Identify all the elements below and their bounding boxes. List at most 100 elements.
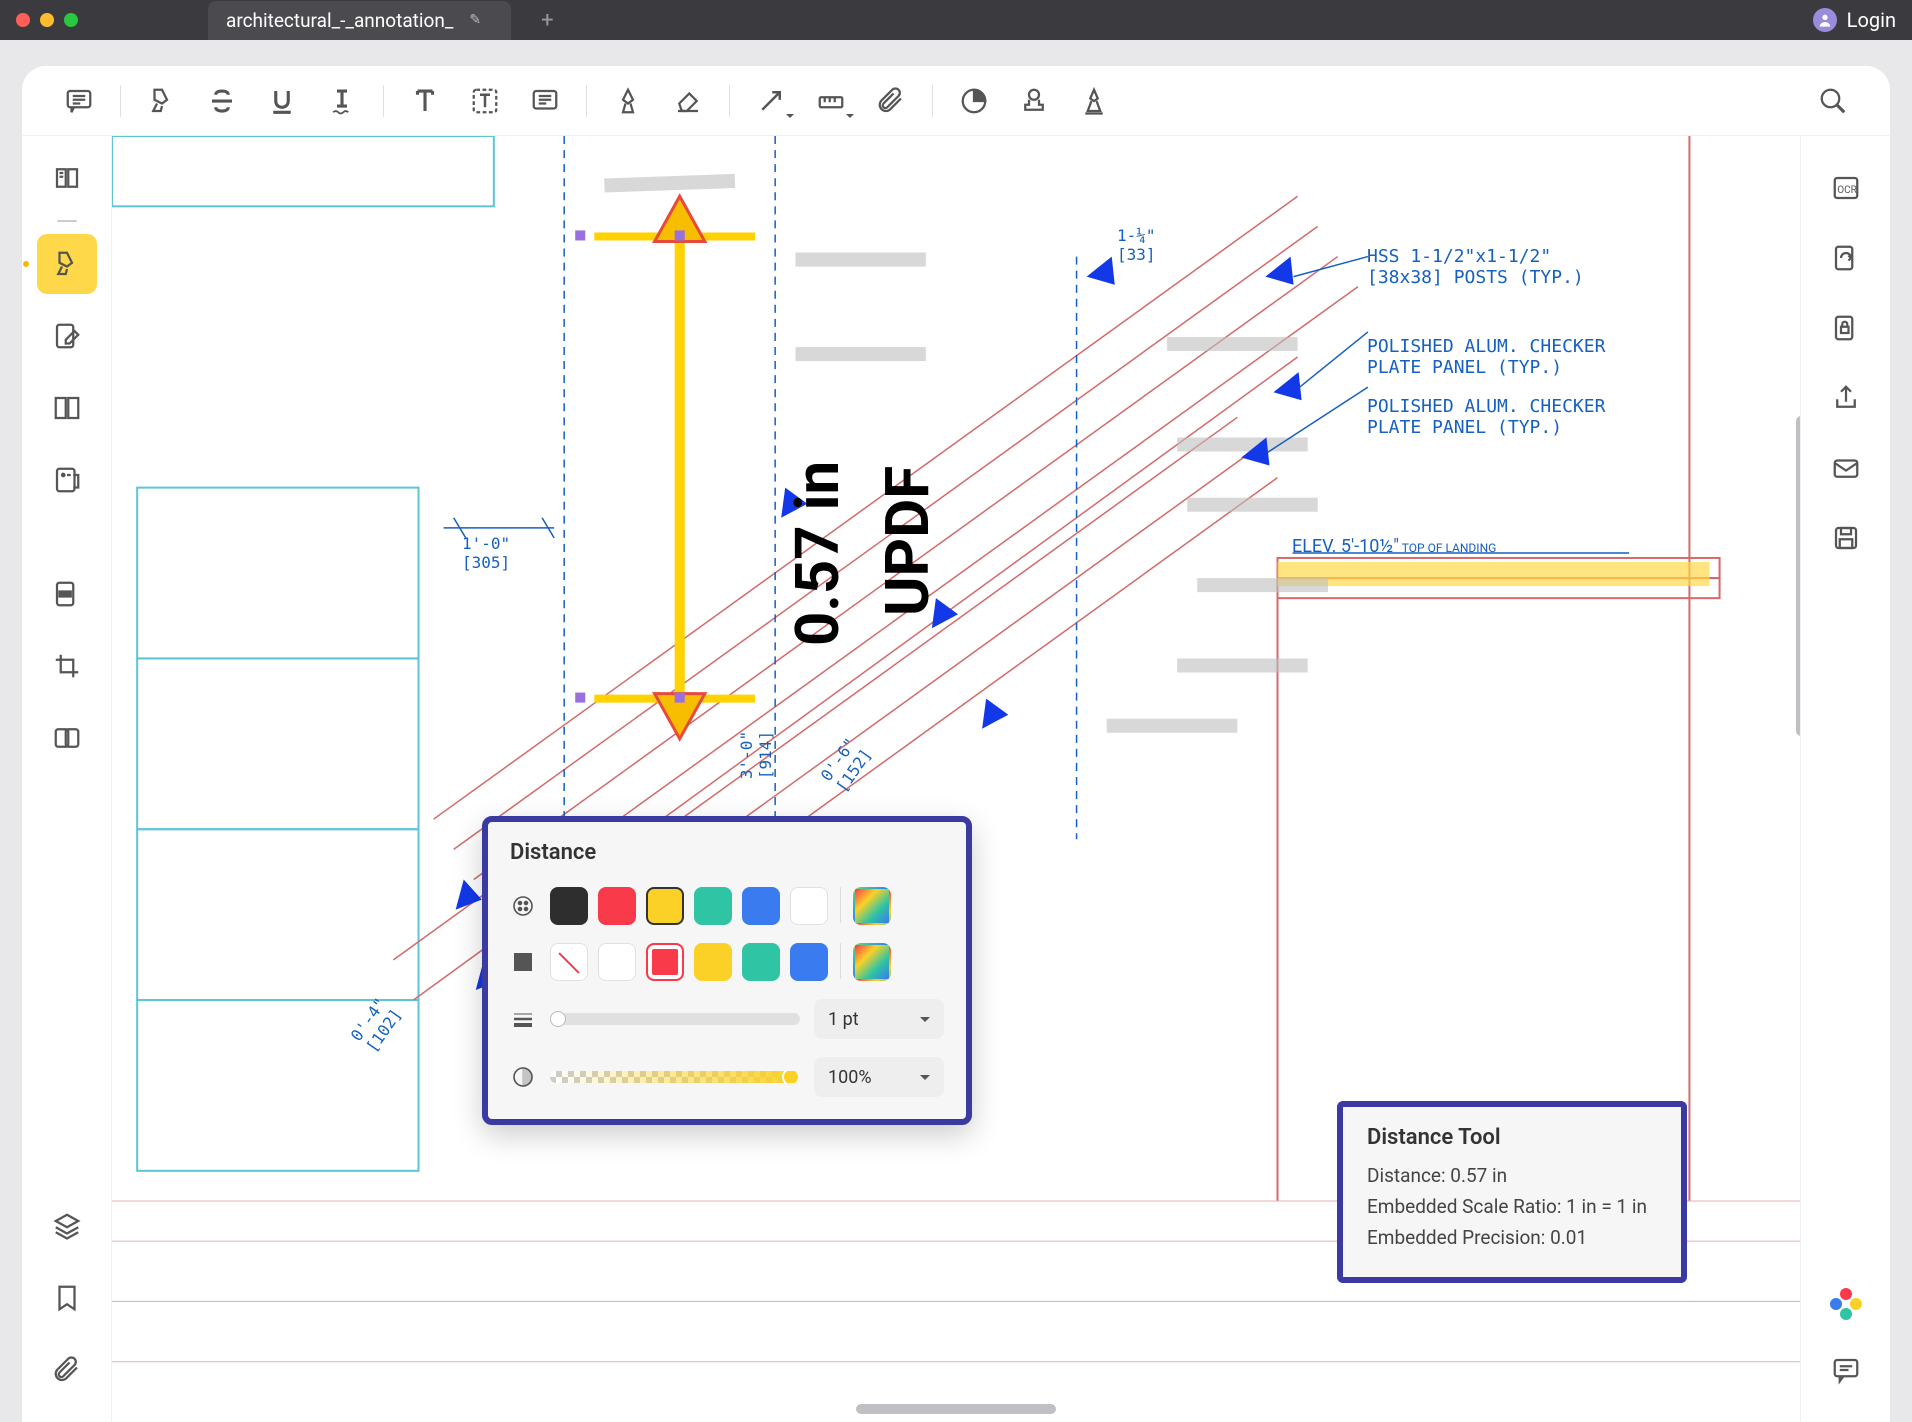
fill-color-icon [510,949,536,975]
dim-3-0: 3'-0" [914] [737,731,775,779]
convert-button[interactable] [1818,230,1874,286]
callout-tool[interactable] [518,74,572,128]
distance-panel-title: Distance [488,822,966,879]
opacity-slider[interactable] [550,1071,800,1083]
annotate-mode-button[interactable] [37,234,97,294]
document-canvas[interactable]: UPDF 0.57 in HSS 1-1/2"x1-1/2" [38x38] P… [112,136,1800,1422]
svg-text:OCR: OCR [1837,185,1857,196]
document-tab[interactable]: architectural_-_annotation_ ✎ [208,1,511,40]
text-tool[interactable] [398,74,452,128]
stroke-color-swatches [550,887,891,925]
thickness-select[interactable]: 1 pt [814,999,944,1039]
edit-mode-button[interactable] [37,306,97,366]
thickness-row: 1 pt [510,999,944,1039]
swatch-custom-stroke[interactable] [853,887,891,925]
strikethrough-tool[interactable] [195,74,249,128]
measurement-value-text: 0.57 in [782,461,853,646]
login-button[interactable]: Login [1847,8,1896,32]
arrow-shape-tool[interactable] [744,74,798,128]
ocr-button[interactable]: OCR [1818,160,1874,216]
avatar-icon[interactable] [1813,8,1837,32]
compare-mode-button[interactable] [37,708,97,768]
attachment-tool[interactable] [864,74,918,128]
layers-button[interactable] [37,1196,97,1256]
swatch-red[interactable] [598,887,636,925]
minimize-window-button[interactable] [40,13,54,27]
swatch-white[interactable] [790,887,828,925]
redact-mode-button[interactable] [37,564,97,624]
search-button[interactable] [1806,74,1860,128]
opacity-row: 100% [510,1057,944,1097]
attachments-panel-button[interactable] [37,1340,97,1400]
swatch-fill-yellow[interactable] [694,943,732,981]
stroke-color-icon [510,893,536,919]
underline-tool[interactable] [255,74,309,128]
stroke-color-row [510,887,944,925]
swatch-yellow[interactable] [646,887,684,925]
swatch-teal[interactable] [694,887,732,925]
organize-mode-button[interactable] [37,378,97,438]
callout-hss: HSS 1-1/2"x1-1/2" [38x38] POSTS (TYP.) [1367,246,1584,288]
fill-color-swatches [550,943,891,981]
swatch-black[interactable] [550,887,588,925]
swatch-fill-blue[interactable] [790,943,828,981]
opacity-select[interactable]: 100% [814,1057,944,1097]
annotation-toolbar [22,66,1890,136]
swatch-none[interactable] [550,943,588,981]
measure-tool[interactable] [804,74,858,128]
highlight-tool[interactable] [135,74,189,128]
document-tab-title: architectural_-_annotation_ [226,9,453,32]
sticker-tool[interactable] [947,74,1001,128]
form-mode-button[interactable] [37,450,97,510]
comment-tool[interactable] [52,74,106,128]
distance-properties-panel: Distance [482,816,972,1125]
opacity-icon [510,1064,536,1090]
distance-info-distance: Distance: 0.57 in [1367,1164,1657,1187]
email-button[interactable] [1818,440,1874,496]
share-button[interactable] [1818,370,1874,426]
signature-tool[interactable] [1067,74,1121,128]
save-button[interactable] [1818,510,1874,566]
maximize-window-button[interactable] [64,13,78,27]
new-tab-button[interactable]: + [531,4,563,37]
swatch-blue[interactable] [742,887,780,925]
reader-mode-button[interactable] [37,148,97,208]
tab-bar: architectural_-_annotation_ ✎ + [208,1,564,40]
crop-mode-button[interactable] [37,636,97,696]
callout-plate-2: POLISHED ALUM. CHECKER PLATE PANEL (TYP.… [1367,396,1605,438]
callout-plate-1: POLISHED ALUM. CHECKER PLATE PANEL (TYP.… [1367,336,1605,378]
distance-info-panel: Distance Tool Distance: 0.57 in Embedded… [1337,1101,1687,1283]
thickness-icon [510,1006,536,1032]
window-titlebar: architectural_-_annotation_ ✎ + Login [0,0,1912,40]
swatch-fill-white[interactable] [598,943,636,981]
app-frame: OCR [22,66,1890,1422]
edit-tab-icon: ✎ [469,12,481,28]
dim-1-14: 1-¼" [33] [1117,226,1156,264]
swatch-fill-red[interactable] [646,943,684,981]
app-watermark-text: UPDF [872,466,943,616]
left-sidebar [22,136,112,1422]
swatch-fill-teal[interactable] [742,943,780,981]
distance-info-precision: Embedded Precision: 0.01 [1367,1226,1657,1249]
distance-info-title: Distance Tool [1367,1125,1657,1150]
dim-1-0: 1'-0" [305] [462,534,510,572]
comments-panel-button[interactable] [1818,1342,1874,1398]
bookmarks-button[interactable] [37,1268,97,1328]
right-sidebar: OCR [1800,136,1890,1422]
updf-logo-icon[interactable] [1828,1286,1864,1322]
elevation-label: ELEV. 5'-10½" TOP OF LANDING [1292,536,1496,557]
textbox-tool[interactable] [458,74,512,128]
swatch-custom-fill[interactable] [853,943,891,981]
squiggly-tool[interactable] [315,74,369,128]
stamp-tool[interactable] [1007,74,1061,128]
eraser-tool[interactable] [661,74,715,128]
thickness-slider[interactable] [550,1013,800,1025]
window-traffic-lights [16,13,78,27]
workspace: OCR [0,40,1912,1422]
titlebar-right: Login [1813,8,1896,32]
fill-color-row [510,943,944,981]
pencil-tool[interactable] [601,74,655,128]
close-window-button[interactable] [16,13,30,27]
protect-button[interactable] [1818,300,1874,356]
distance-info-scale: Embedded Scale Ratio: 1 in = 1 in [1367,1195,1657,1218]
